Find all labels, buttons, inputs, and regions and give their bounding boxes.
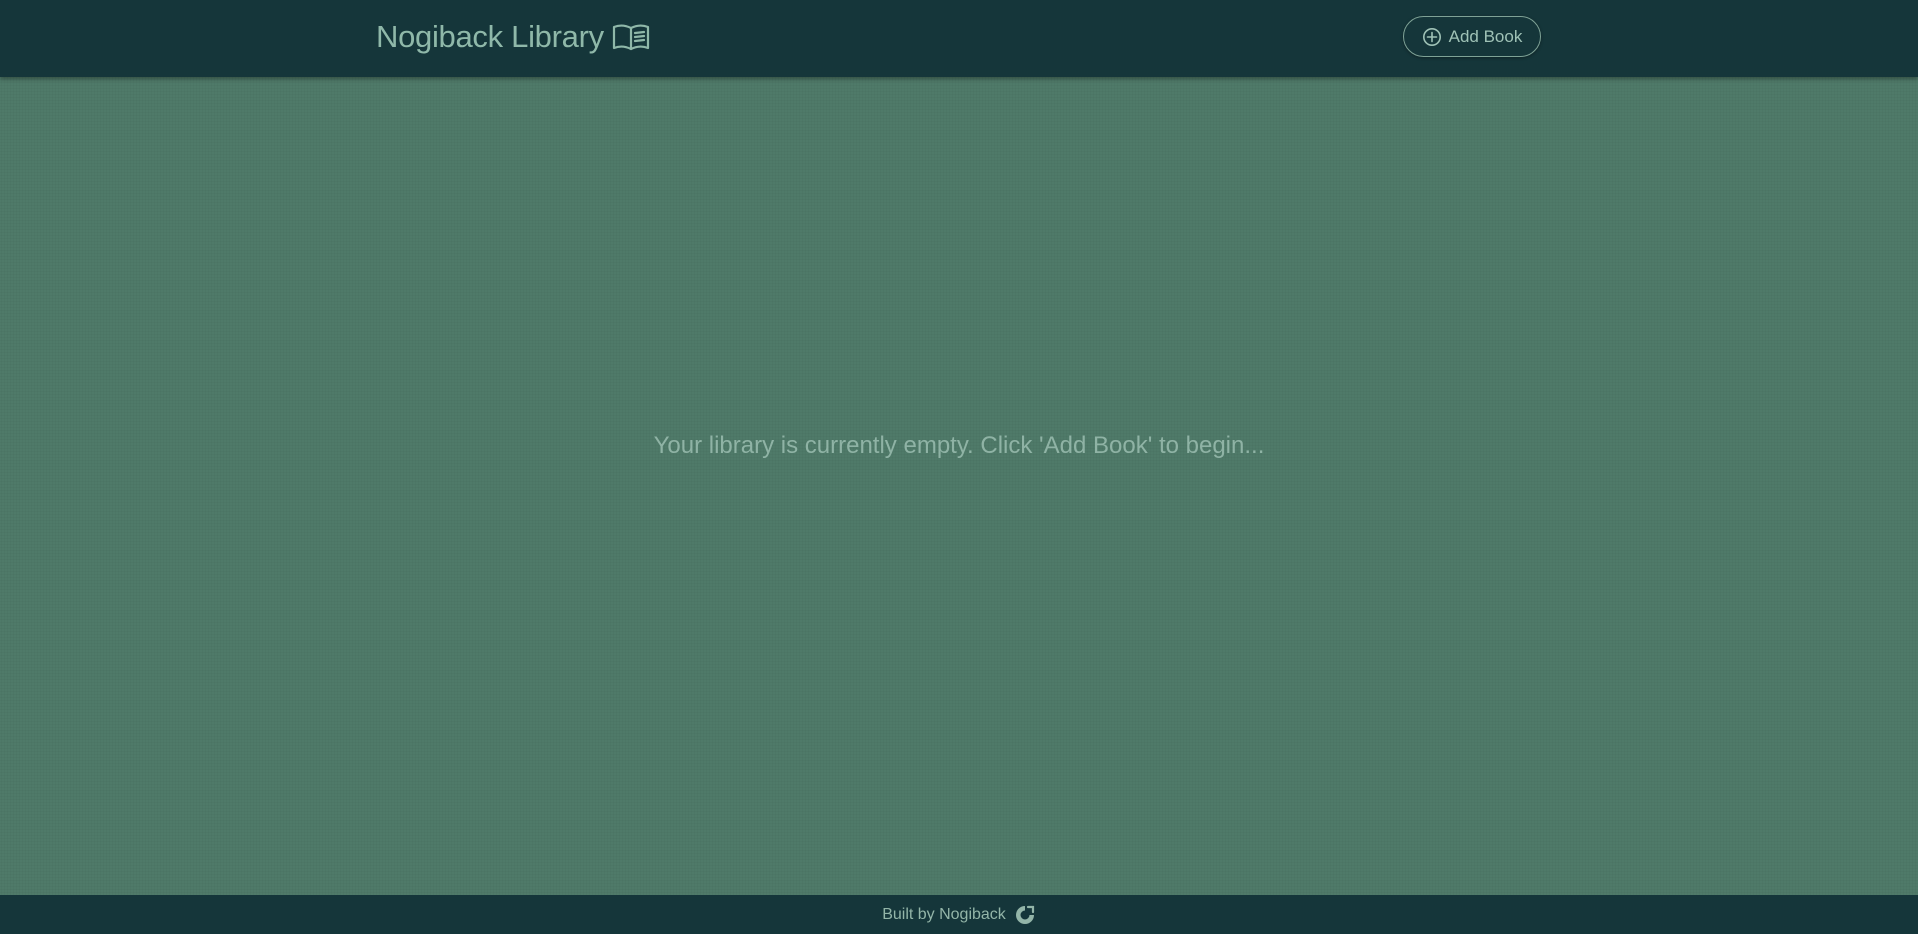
brand: Nogiback Library [376,16,650,58]
footer-credit[interactable]: Built by Nogiback [882,906,1006,924]
add-book-button[interactable]: Add Book [1403,16,1541,57]
app-footer: Built by Nogiback [0,895,1918,934]
open-book-icon [612,22,650,52]
empty-library-message: Your library is currently empty. Click '… [653,432,1265,459]
app-title: Nogiback Library [376,19,604,54]
add-book-label: Add Book [1448,26,1523,46]
app-header: Nogiback Library Add Book [0,0,1918,77]
plus-circle-icon [1422,27,1442,47]
github-logo-icon[interactable] [1014,904,1036,926]
